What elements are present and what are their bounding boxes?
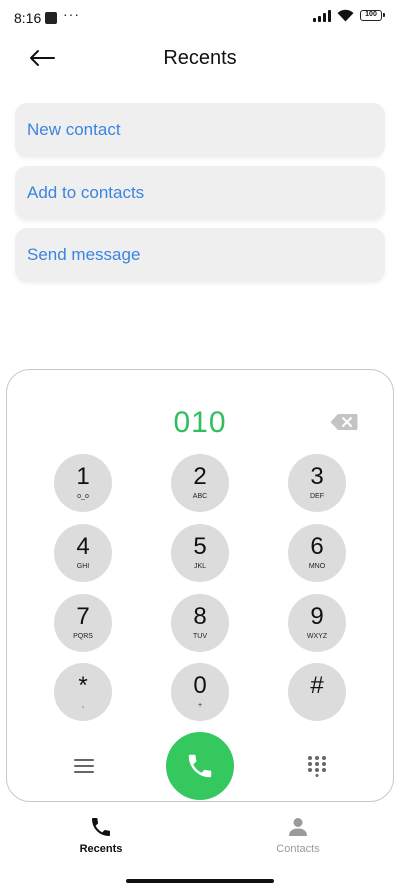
key-letters: WXYZ [306, 633, 328, 640]
status-indicators: 100 [313, 9, 385, 22]
signal-icon [313, 9, 331, 22]
key-0[interactable]: 0 + [171, 663, 229, 721]
key-letters: + [197, 702, 203, 709]
tab-recents[interactable]: Recents [51, 815, 151, 861]
key-digit: # [310, 672, 324, 699]
menu-button[interactable] [70, 752, 98, 780]
add-to-contacts-button[interactable]: Add to contacts [15, 166, 385, 220]
key-digit: 8 [193, 603, 207, 630]
key-7[interactable]: 7 PQRS [54, 594, 112, 652]
key-letters: PQRS [73, 633, 93, 640]
key-letters: MNO [308, 563, 326, 570]
key-6[interactable]: 6 MNO [288, 524, 346, 582]
call-icon [188, 754, 212, 778]
backspace-button[interactable] [330, 413, 360, 433]
keypad-toggle-button[interactable] [303, 752, 331, 780]
more-notifications-icon: ··· [63, 6, 80, 22]
key-digit: 0 [193, 672, 207, 699]
key-letters: , [82, 702, 84, 709]
key-2[interactable]: 2 ABC [171, 454, 229, 512]
status-bar: 8:16 ··· 100 [0, 0, 400, 36]
call-button[interactable] [166, 732, 234, 800]
key-letters: JKL [193, 563, 207, 570]
status-time: 8:16 [14, 10, 42, 26]
key-digit: 3 [310, 463, 324, 490]
dialer-screen: 8:16 ··· 100 Recents New contact Add to … [0, 0, 400, 889]
backspace-icon [330, 414, 358, 430]
key-digit: 1 [76, 463, 90, 490]
key-digit: 5 [193, 533, 207, 560]
key-1[interactable]: 1 o_o [54, 454, 112, 512]
tab-recents-label: Recents [79, 843, 123, 855]
key-3[interactable]: 3 DEF [288, 454, 346, 512]
person-icon [289, 818, 307, 836]
notification-icon [45, 12, 57, 24]
key-letters: o_o [77, 493, 89, 500]
battery-icon: 100 [360, 10, 385, 21]
key-digit: 4 [76, 533, 90, 560]
key-digit: 9 [310, 603, 324, 630]
keypad-icon [308, 756, 326, 777]
key-9[interactable]: 9 WXYZ [288, 594, 346, 652]
key-digit: 6 [310, 533, 324, 560]
key-4[interactable]: 4 GHI [54, 524, 112, 582]
menu-icon [74, 759, 94, 773]
new-contact-button[interactable]: New contact [15, 103, 385, 157]
key-8[interactable]: 8 TUV [171, 594, 229, 652]
tab-contacts-label: Contacts [276, 843, 320, 855]
key-5[interactable]: 5 JKL [171, 524, 229, 582]
key-digit: 2 [193, 463, 207, 490]
home-indicator[interactable] [126, 879, 274, 883]
phone-icon [92, 818, 110, 836]
send-message-button[interactable]: Send message [15, 228, 385, 282]
key-hash[interactable]: # [288, 663, 346, 721]
tab-contacts[interactable]: Contacts [248, 815, 348, 861]
key-letters: GHI [76, 563, 90, 570]
key-digit: 7 [76, 603, 90, 630]
key-star[interactable]: * , [54, 663, 112, 721]
page-title: Recents [163, 47, 237, 69]
wifi-icon [337, 9, 354, 22]
key-letters: ABC [192, 493, 208, 500]
key-letters: DEF [310, 493, 324, 500]
key-letters: TUV [193, 633, 207, 640]
key-digit: * [78, 672, 88, 699]
